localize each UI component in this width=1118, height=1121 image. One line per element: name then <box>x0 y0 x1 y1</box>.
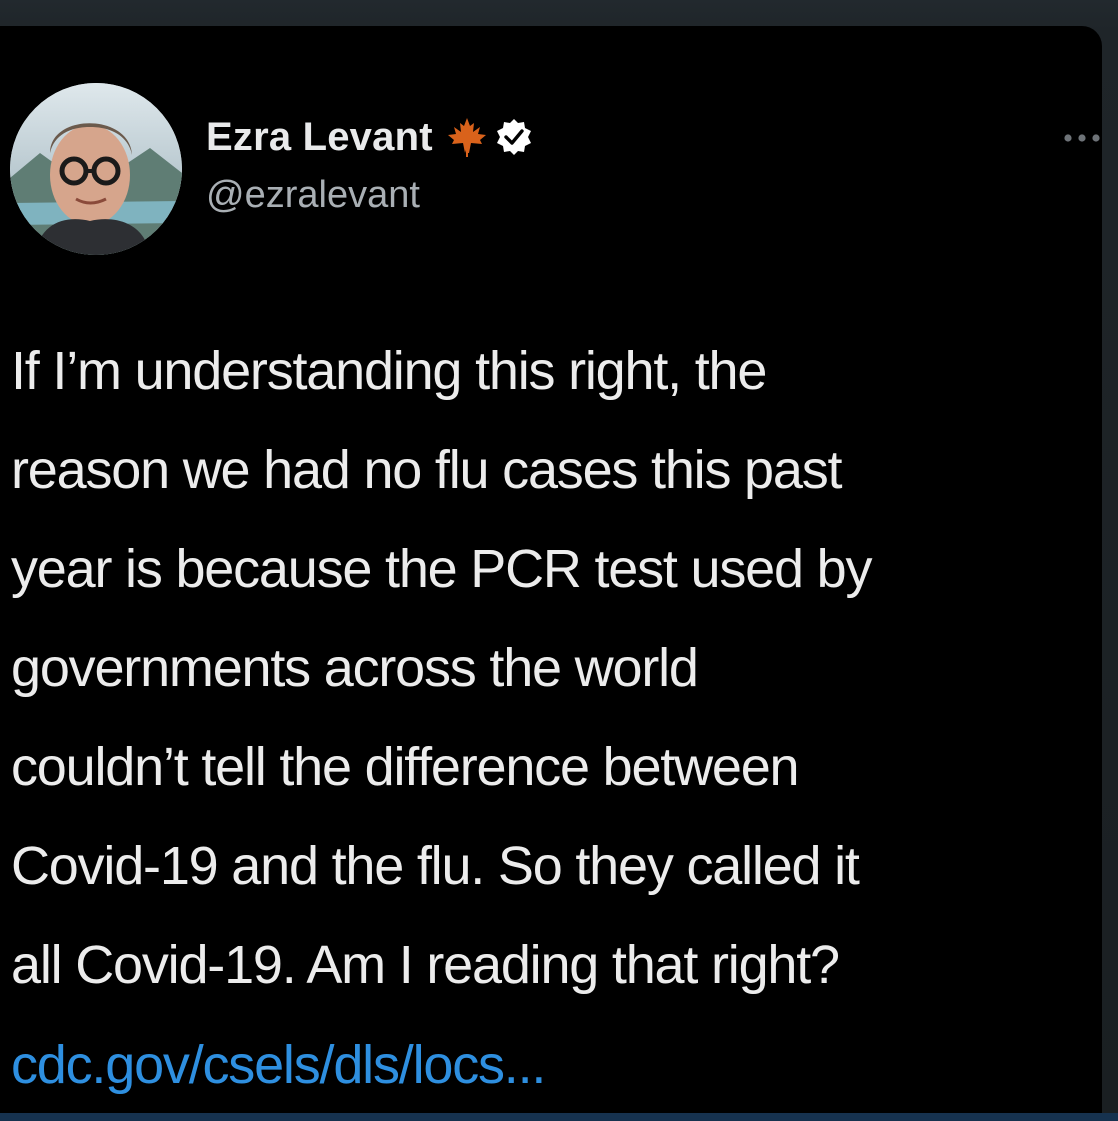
author-name-row: Ezra Levant <box>206 114 533 160</box>
author-display-name[interactable]: Ezra Levant <box>206 115 433 160</box>
screenshot-frame: Ezra Levant @ezralevant If I’m understan… <box>0 0 1118 1121</box>
tweet-card: Ezra Levant @ezralevant If I’m understan… <box>0 26 1102 1116</box>
tweet-body-text: If I’m understanding this right, the rea… <box>11 341 872 995</box>
author-handle[interactable]: @ezralevant <box>206 174 420 217</box>
avatar-photo <box>10 83 182 255</box>
verified-badge-icon <box>495 118 533 156</box>
bottom-edge-strip <box>0 1113 1118 1121</box>
tweet-link[interactable]: cdc.gov/csels/dls/locs... <box>11 1016 546 1115</box>
author-avatar[interactable] <box>10 83 182 255</box>
more-options-icon[interactable] <box>1062 128 1102 148</box>
maple-leaf-icon <box>445 115 489 159</box>
